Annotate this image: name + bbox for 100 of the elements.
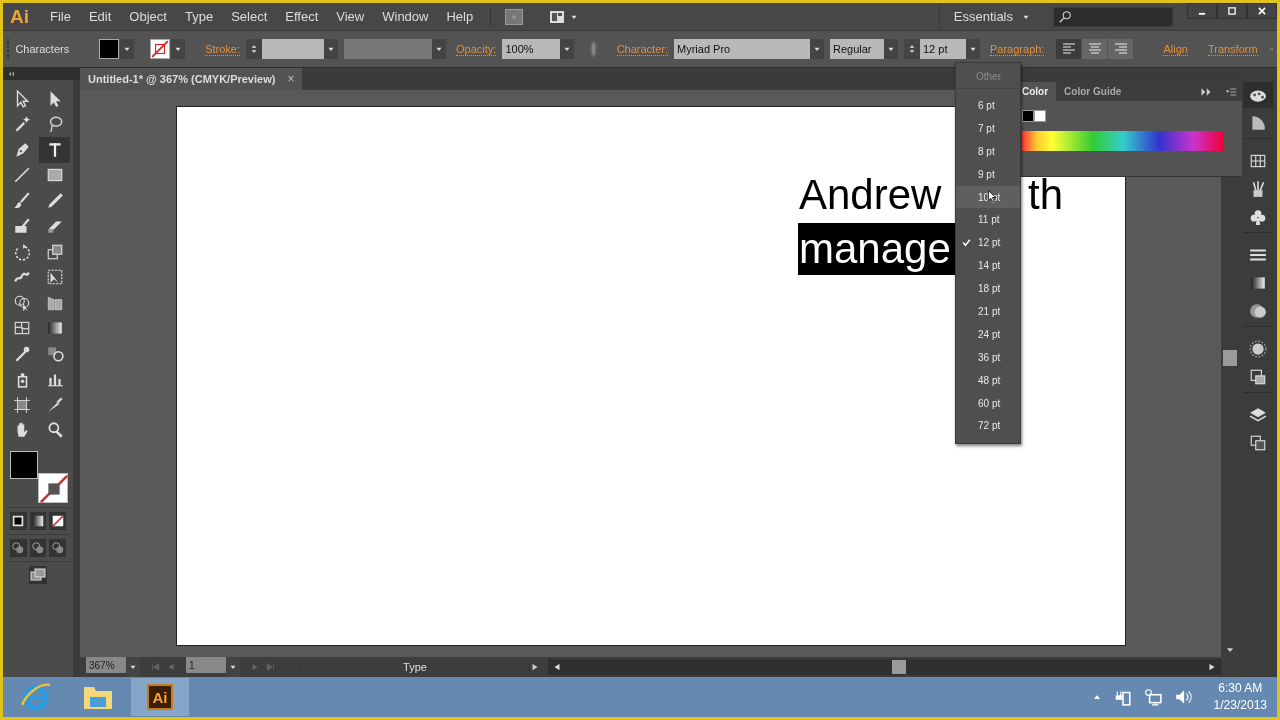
variable-width-field[interactable] (344, 39, 433, 59)
close-tab-button[interactable]: × (287, 72, 295, 86)
quarter-gradient-icon (1249, 114, 1267, 132)
text-align-icon (1086, 41, 1103, 57)
panel-button[interactable] (1243, 82, 1273, 108)
menu-item[interactable]: 24 pt (956, 322, 1020, 346)
recolor-button[interactable] (590, 41, 597, 57)
align-right-button[interactable] (1108, 39, 1134, 59)
color-mode-button[interactable] (10, 512, 27, 530)
menu-item[interactable]: View (327, 5, 374, 28)
panel-tab[interactable]: Color Guide (1056, 82, 1130, 101)
menu-item[interactable]: 21 pt (956, 300, 1020, 323)
scroll-left-icon[interactable] (552, 662, 562, 672)
font-style-field[interactable]: Regular (830, 39, 884, 59)
app-logo: Ai (9, 5, 30, 28)
none-slash-icon (39, 474, 69, 504)
font-size-dropdown[interactable] (966, 39, 980, 59)
menu-item[interactable]: 6 pt (956, 94, 1020, 117)
artboard-text: th (1026, 170, 1064, 220)
screen-mode-icon (29, 567, 47, 583)
taskbar-app-button[interactable]: Ai (131, 678, 189, 716)
shape-builder-icon (12, 293, 31, 312)
scroll-thumb[interactable] (892, 660, 906, 674)
color-spectrum[interactable] (1022, 131, 1224, 151)
draw-mode-button[interactable] (10, 539, 27, 557)
status-menu-icon[interactable] (530, 662, 540, 672)
stepper[interactable] (904, 39, 920, 59)
collapse-icon[interactable] (7, 70, 15, 78)
align-center-button[interactable] (1082, 39, 1108, 59)
paintbrush-icon (12, 191, 31, 210)
stepper[interactable] (246, 39, 263, 59)
color-swatch[interactable] (1022, 110, 1034, 122)
font-size-field[interactable]: 12 pt (920, 39, 966, 59)
stacked-squares-icon (1249, 434, 1267, 452)
fill-color-swatch[interactable] (10, 451, 38, 479)
menu-item[interactable]: 10 pt (956, 185, 1020, 209)
opacity-field[interactable]: 100% (502, 39, 561, 59)
stroke-color-swatch[interactable] (38, 473, 68, 503)
clock[interactable]: 6:30 AM 1/23/2013 (1213, 680, 1267, 714)
minimize-button[interactable] (1187, 3, 1217, 19)
stroke-weight-dropdown[interactable] (324, 39, 339, 59)
club-icon (1249, 208, 1267, 226)
horizontal-scrollbar[interactable] (548, 659, 1221, 675)
network-icon[interactable] (1143, 688, 1162, 706)
menu-item[interactable]: Effect (276, 5, 328, 28)
circles-icon (31, 541, 45, 555)
menu-item[interactable]: 48 pt (956, 368, 1020, 392)
speaker-icon[interactable] (1173, 688, 1192, 706)
opacity-dropdown[interactable] (560, 39, 575, 59)
menu-item[interactable]: Help (437, 5, 483, 28)
color-mode-button[interactable] (29, 512, 47, 530)
scroll-right-icon[interactable] (1207, 662, 1217, 672)
status-text: Type (300, 661, 530, 673)
bridge-button[interactable] (505, 8, 524, 25)
battery-plug-icon[interactable] (1113, 688, 1132, 706)
draw-mode-button[interactable] (29, 539, 47, 557)
color-mode-button[interactable] (49, 512, 66, 530)
artboard-dropdown[interactable] (226, 657, 240, 677)
font-field[interactable]: Myriad Pro (674, 39, 810, 59)
menu-item[interactable]: Object (120, 5, 176, 28)
menu-item[interactable]: Select (222, 5, 277, 28)
search-icon (1058, 9, 1072, 24)
zoom-dropdown[interactable] (126, 657, 140, 677)
font-dropdown[interactable] (810, 39, 824, 59)
diagonal-line-icon (12, 166, 31, 185)
menu-item[interactable]: 60 pt (956, 391, 1020, 415)
checkmark-icon (962, 238, 971, 248)
draw-mode-button[interactable] (49, 539, 66, 557)
menu-item[interactable]: 8 pt (956, 139, 1020, 163)
profile-dropdown[interactable] (432, 39, 447, 59)
scale-icon (45, 242, 64, 261)
menu-item[interactable]: 9 pt (956, 162, 1020, 186)
menu-item[interactable]: File (41, 5, 80, 28)
menu-item[interactable]: 7 pt (956, 116, 1020, 140)
zoom-field[interactable]: 367% (86, 657, 126, 673)
scroll-thumb[interactable] (1223, 350, 1237, 366)
free-transform-icon (45, 268, 64, 287)
text-align-icon (1112, 41, 1129, 57)
menu-item[interactable]: 18 pt (956, 277, 1020, 300)
menu-item[interactable]: Type (175, 5, 223, 28)
panel-menu-icon[interactable] (1224, 85, 1238, 98)
stroke-swatch[interactable] (150, 39, 171, 59)
search-field[interactable] (1053, 6, 1173, 27)
color-swatch[interactable] (1034, 110, 1046, 122)
close-button[interactable] (1247, 3, 1277, 19)
stroke-weight-field[interactable] (262, 39, 325, 59)
menu-item[interactable]: 36 pt (956, 345, 1020, 369)
menu-item[interactable]: 72 pt (956, 414, 1020, 438)
selection-label: Characters (15, 43, 70, 55)
font-style-dropdown[interactable] (884, 39, 898, 59)
maximize-button[interactable] (1217, 3, 1247, 19)
menu-item[interactable]: Edit (79, 5, 121, 28)
fill-swatch[interactable] (99, 39, 120, 59)
document-tab[interactable]: Untitled-1* @ 367% (CMYK/Preview) × (80, 68, 303, 90)
none-slash-icon (151, 40, 170, 58)
menu-item[interactable]: Window (373, 5, 438, 28)
align-left-button[interactable] (1056, 39, 1082, 59)
artboard-field[interactable]: 1 (186, 657, 226, 673)
tool-button[interactable] (39, 137, 70, 163)
screen-mode-button[interactable] (29, 566, 47, 584)
